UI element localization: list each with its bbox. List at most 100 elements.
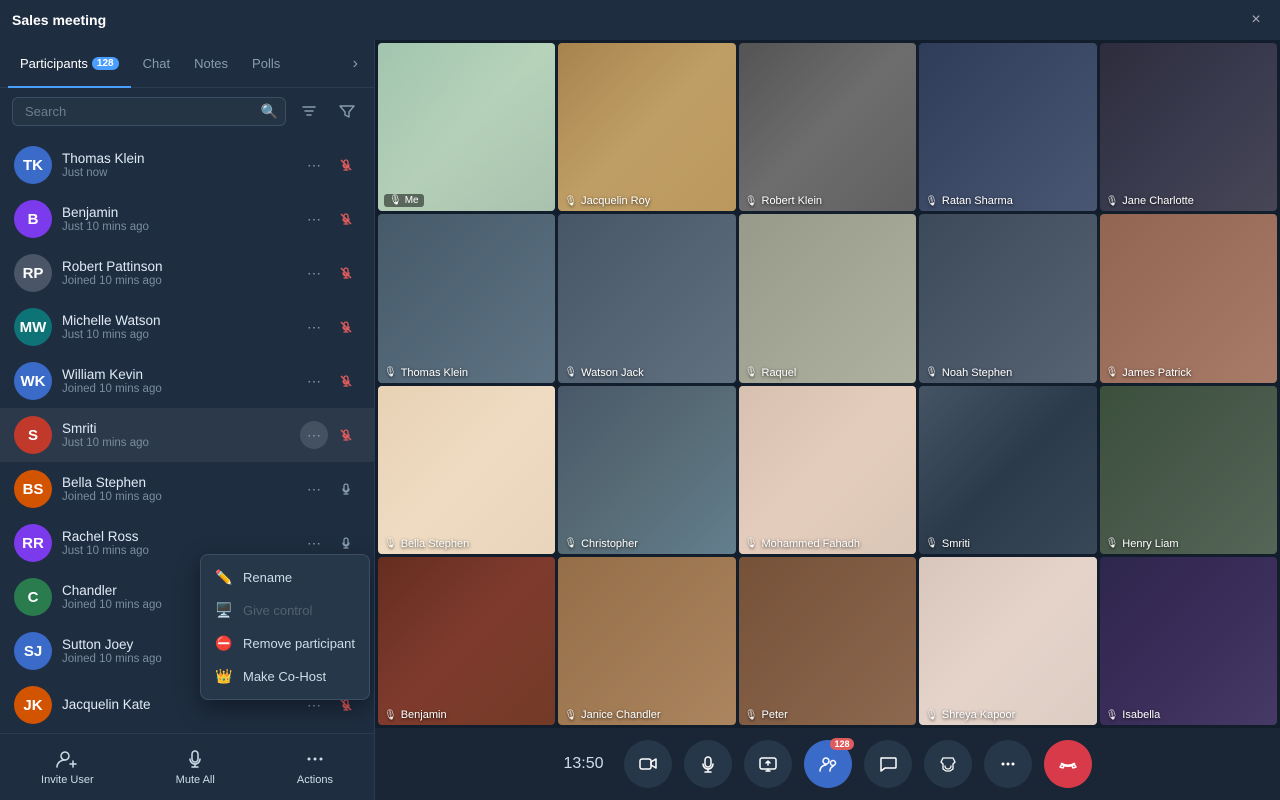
- list-item[interactable]: TK Thomas Klein Just now ⋯: [0, 138, 374, 192]
- context-menu-item-rename[interactable]: ✏️ Rename: [201, 561, 369, 594]
- share-screen-button[interactable]: [744, 740, 792, 788]
- more-options-icon[interactable]: ⋯: [300, 475, 328, 503]
- tab-participants[interactable]: Participants 128: [8, 40, 131, 88]
- tab-polls[interactable]: Polls: [240, 40, 292, 88]
- context-menu-item-cohost[interactable]: 👑 Make Co-Host: [201, 660, 369, 693]
- video-label: 🎙Christopher: [564, 538, 638, 550]
- sort-icon[interactable]: [294, 96, 324, 126]
- video-label: 🎙Jacquelin Roy: [564, 195, 650, 207]
- context-menu-item-remove[interactable]: ⛔ Remove participant: [201, 627, 369, 660]
- mic-muted-icon: [332, 151, 360, 179]
- actions-icon: [304, 748, 326, 770]
- more-options-icon[interactable]: ⋯: [300, 259, 328, 287]
- participant-name: Michelle Watson: [62, 313, 300, 328]
- list-item[interactable]: WK William Kevin Joined 10 mins ago ⋯: [0, 354, 374, 408]
- close-button[interactable]: ×: [1244, 8, 1268, 32]
- video-label: 🎙Watson Jack: [564, 367, 643, 379]
- video-label: 🎙Benjamin: [384, 709, 447, 721]
- video-cell: 🎙James Patrick: [1100, 214, 1277, 382]
- video-label: 🎙Janice Chandler: [564, 709, 660, 721]
- search-bar: 🔍: [0, 88, 374, 134]
- mic-muted-icon: [332, 313, 360, 341]
- participant-status: Just 10 mins ago: [62, 221, 300, 233]
- mic-muted-icon: [332, 421, 360, 449]
- video-cell: 🎙Robert Klein: [739, 43, 916, 211]
- right-panel: 🎙Me 🎙Jacquelin Roy 🎙Robert Klein 🎙Ratan: [375, 40, 1280, 800]
- search-icon[interactable]: 🔍: [261, 103, 278, 120]
- participant-name: Rachel Ross: [62, 529, 300, 544]
- list-item[interactable]: RP Robert Pattinson Joined 10 mins ago ⋯: [0, 246, 374, 300]
- video-label: 🎙Thomas Klein: [384, 367, 468, 379]
- video-label: 🎙Isabella: [1106, 709, 1161, 721]
- list-item[interactable]: B Benjamin Just 10 mins ago ⋯: [0, 192, 374, 246]
- participant-name: Smriti: [62, 421, 300, 436]
- avatar: B: [14, 200, 52, 238]
- invite-user-button[interactable]: Invite User: [25, 744, 110, 790]
- avatar: WK: [14, 362, 52, 400]
- video-cell: 🎙Thomas Klein: [378, 214, 555, 382]
- participant-status: Joined 10 mins ago: [62, 491, 300, 503]
- mic-icon: [332, 529, 360, 557]
- tab-chat[interactable]: Chat: [131, 40, 182, 88]
- video-label: 🎙Jane Charlotte: [1106, 195, 1194, 207]
- video-cell: 🎙Bella Stephen: [378, 386, 555, 554]
- video-label: 🎙Robert Klein: [745, 195, 822, 207]
- participant-status: Joined 10 mins ago: [62, 383, 300, 395]
- avatar: C: [14, 578, 52, 616]
- more-options-button[interactable]: [984, 740, 1032, 788]
- mute-all-icon: [184, 748, 206, 770]
- participant-status: Joined 10 mins ago: [62, 275, 300, 287]
- avatar: JK: [14, 686, 52, 724]
- video-label: 🎙Raquel: [745, 367, 797, 379]
- avatar: TK: [14, 146, 52, 184]
- video-cell: 🎙Shreya Kapoor: [919, 557, 1096, 725]
- mic-toggle-button[interactable]: [684, 740, 732, 788]
- left-panel: Participants 128 Chat Notes Polls › 🔍: [0, 40, 375, 800]
- end-call-button[interactable]: [1044, 740, 1092, 788]
- video-toggle-button[interactable]: [624, 740, 672, 788]
- tabs-bar: Participants 128 Chat Notes Polls ›: [0, 40, 374, 88]
- video-cell: 🎙Mohammed Fahadh: [739, 386, 916, 554]
- participant-status: Just 10 mins ago: [62, 437, 300, 449]
- video-label: 🎙Shreya Kapoor: [925, 709, 1015, 721]
- more-options-icon[interactable]: ⋯: [300, 529, 328, 557]
- video-cell: 🎙Noah Stephen: [919, 214, 1096, 382]
- list-item[interactable]: BS Bella Stephen Joined 10 mins ago ⋯: [0, 462, 374, 516]
- participants-button[interactable]: 128: [804, 740, 852, 788]
- more-options-icon[interactable]: ⋯: [300, 151, 328, 179]
- video-label: 🎙James Patrick: [1106, 367, 1192, 379]
- tabs-more-icon[interactable]: ›: [345, 51, 366, 77]
- more-options-icon[interactable]: ⋯: [300, 421, 328, 449]
- mute-all-button[interactable]: Mute All: [160, 744, 231, 790]
- video-cell: 🎙Benjamin: [378, 557, 555, 725]
- video-cell: 🎙Ratan Sharma: [919, 43, 1096, 211]
- filter-icon[interactable]: [332, 96, 362, 126]
- actions-button[interactable]: Actions: [281, 744, 349, 790]
- context-menu-item-give-control: 🖥️ Give control: [201, 594, 369, 627]
- reactions-button[interactable]: [924, 740, 972, 788]
- participant-name: Robert Pattinson: [62, 259, 300, 274]
- chat-button[interactable]: [864, 740, 912, 788]
- avatar: RP: [14, 254, 52, 292]
- list-item[interactable]: S Smriti Just 10 mins ago ⋯: [0, 408, 374, 462]
- avatar: RR: [14, 524, 52, 562]
- video-cell: 🎙Jacquelin Roy: [558, 43, 735, 211]
- title-bar: Sales meeting ×: [0, 0, 1280, 40]
- video-cell-me: 🎙Me: [378, 43, 555, 211]
- rename-icon: ✏️: [215, 569, 233, 586]
- list-item[interactable]: MW Michelle Watson Just 10 mins ago ⋯: [0, 300, 374, 354]
- more-options-icon[interactable]: ⋯: [300, 367, 328, 395]
- mic-muted-icon: [332, 205, 360, 233]
- avatar: S: [14, 416, 52, 454]
- more-options-icon[interactable]: ⋯: [300, 205, 328, 233]
- search-input[interactable]: [12, 97, 286, 126]
- video-cell: 🎙Isabella: [1100, 557, 1277, 725]
- avatar: SJ: [14, 632, 52, 670]
- mic-icon: [332, 475, 360, 503]
- more-options-icon[interactable]: ⋯: [300, 313, 328, 341]
- give-control-icon: 🖥️: [215, 602, 233, 619]
- tab-notes[interactable]: Notes: [182, 40, 240, 88]
- participant-name: Bella Stephen: [62, 475, 300, 490]
- call-timer: 13:50: [563, 755, 603, 773]
- video-label: 🎙Noah Stephen: [925, 367, 1012, 379]
